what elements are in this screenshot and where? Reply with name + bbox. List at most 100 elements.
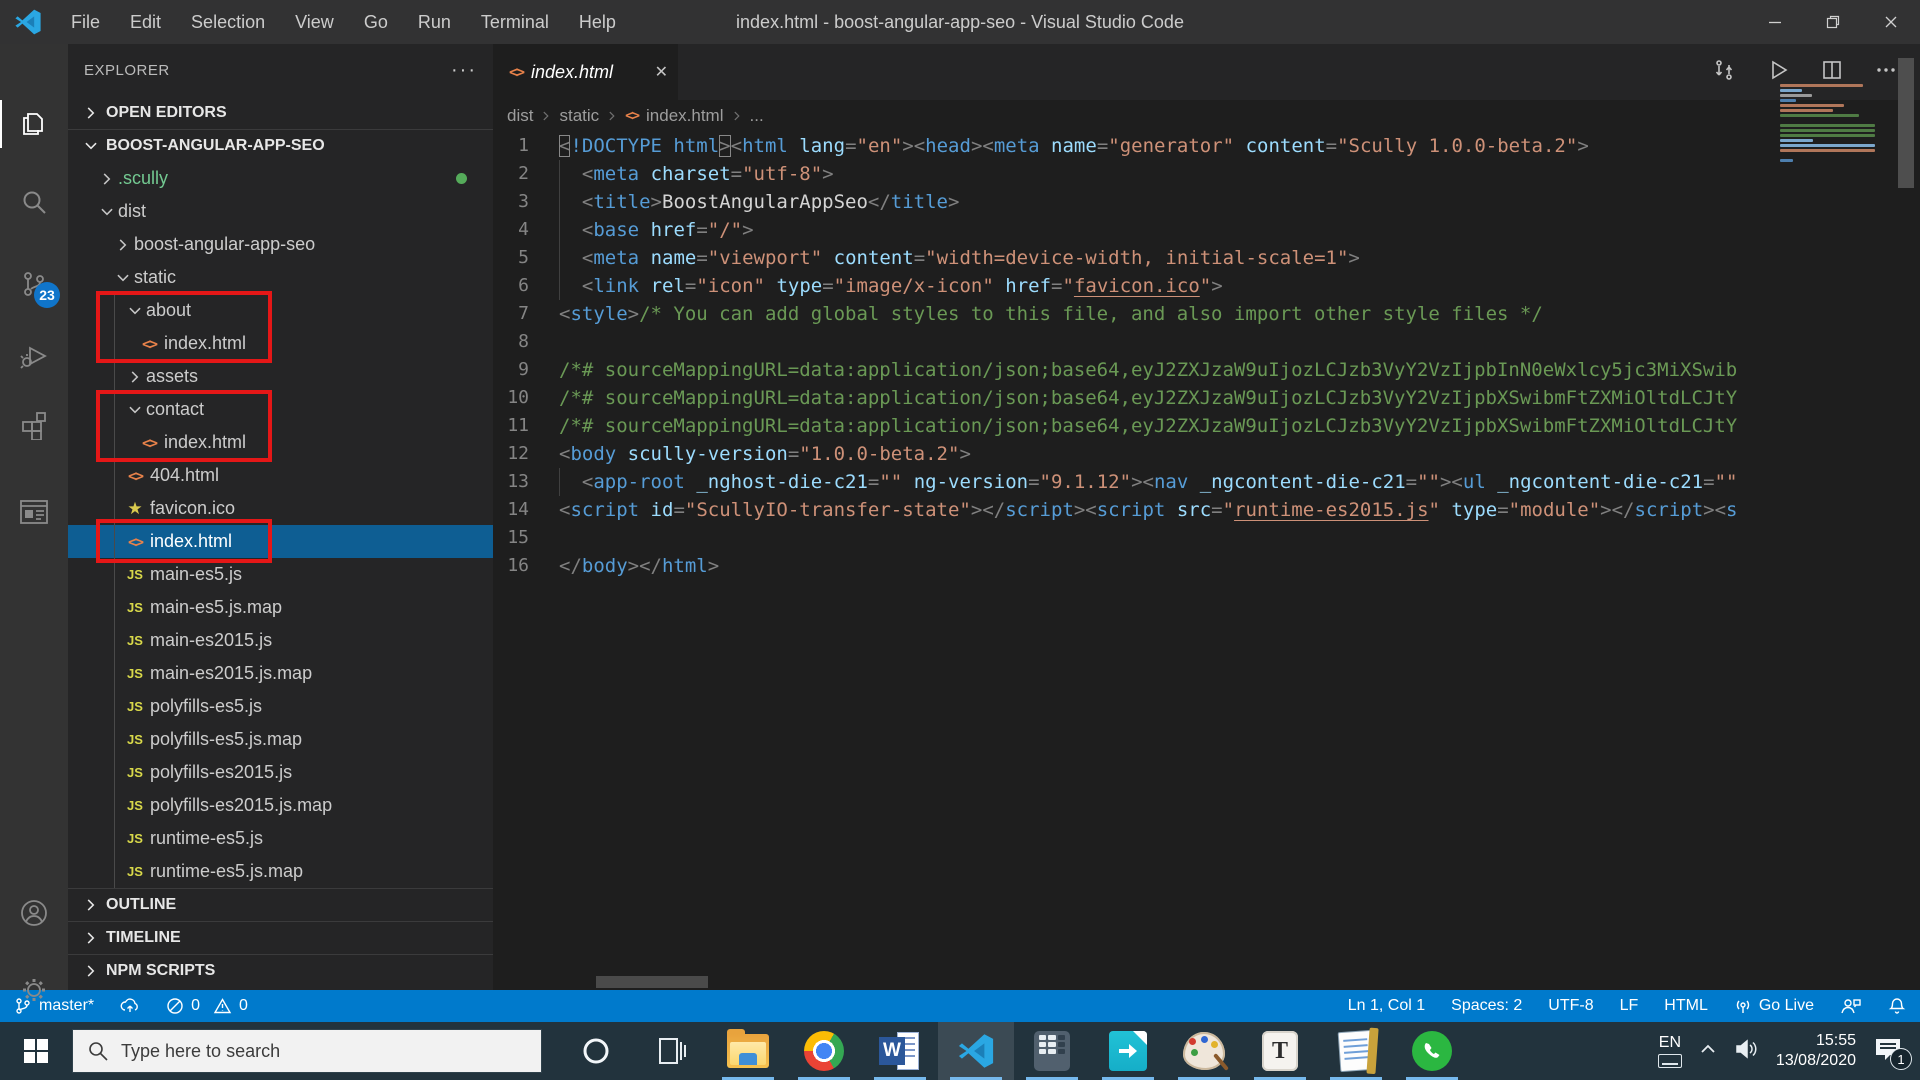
code-line-1[interactable]: 1 <!DOCTYPE html><html lang="en"><head><m… (493, 132, 1920, 160)
taskbar-app-chrome[interactable] (786, 1022, 862, 1080)
tree-item-index.html[interactable]: <> index.html (68, 525, 493, 558)
code-line-7[interactable]: 7 <style>/* You can add global styles to … (493, 300, 1920, 328)
code-line-4[interactable]: 4 <base href="/"> (493, 216, 1920, 244)
language-mode[interactable]: HTML (1664, 997, 1708, 1015)
explorer-more-actions-icon[interactable]: ··· (451, 60, 477, 80)
section-outline[interactable]: OUTLINE (68, 888, 493, 921)
section-npm-scripts[interactable]: NPM SCRIPTS (68, 954, 493, 987)
settings-gear-icon[interactable] (0, 964, 68, 1016)
split-editor-icon[interactable] (1820, 58, 1844, 87)
tree-item-polyfills-es2015.js.map[interactable]: JS polyfills-es2015.js.map (68, 789, 493, 822)
code-line-2[interactable]: 2 <meta charset="utf-8"> (493, 160, 1920, 188)
taskbar-app-file-explorer[interactable] (710, 1022, 786, 1080)
run-debug-icon[interactable] (0, 330, 68, 382)
open-changes-icon[interactable] (1712, 58, 1736, 87)
code-editor[interactable]: 1 <!DOCTYPE html><html lang="en"><head><m… (493, 132, 1920, 990)
code-line-13[interactable]: 13 <app-root _nghost-die-c21="" ng-versi… (493, 468, 1920, 496)
code-line-5[interactable]: 5 <meta name="viewport" content="width=d… (493, 244, 1920, 272)
open-editors-section[interactable]: OPEN EDITORS (68, 96, 493, 129)
tab-close-icon[interactable]: ✕ (655, 62, 668, 82)
search-icon[interactable] (0, 177, 68, 229)
tree-item-404.html[interactable]: <> 404.html (68, 459, 493, 492)
tree-item-favicon.ico[interactable]: ★ favicon.ico (68, 492, 493, 525)
problems-item[interactable]: 0 0 (166, 997, 248, 1015)
tree-item-main-es5.js.map[interactable]: JS main-es5.js.map (68, 591, 493, 624)
taskbar-search-input[interactable]: Type here to search (72, 1029, 542, 1073)
menu-file[interactable]: File (56, 0, 115, 44)
code-line-15[interactable]: 15 (493, 524, 1920, 552)
tree-item-polyfills-es5.js[interactable]: JS polyfills-es5.js (68, 690, 493, 723)
menu-terminal[interactable]: Terminal (466, 0, 564, 44)
start-button[interactable] (0, 1022, 72, 1080)
tree-item-runtime-es5.js[interactable]: JS runtime-es5.js (68, 822, 493, 855)
taskbar-app-task-view[interactable] (634, 1022, 710, 1080)
tray-chevron-up-icon[interactable] (1698, 1042, 1718, 1061)
eol-sequence[interactable]: LF (1620, 997, 1639, 1015)
menu-selection[interactable]: Selection (176, 0, 280, 44)
clock[interactable]: 15:55 13/08/2020 (1776, 1031, 1856, 1071)
taskbar-app-whatsapp[interactable] (1394, 1022, 1470, 1080)
code-line-6[interactable]: 6 <link rel="icon" type="image/x-icon" h… (493, 272, 1920, 300)
browser-preview-icon[interactable] (0, 486, 68, 538)
taskbar-app-word[interactable]: W (862, 1022, 938, 1080)
indentation[interactable]: Spaces: 2 (1451, 997, 1522, 1015)
tree-item-polyfills-es5.js.map[interactable]: JS polyfills-es5.js.map (68, 723, 493, 756)
tree-item-runtime-es5.js.map[interactable]: JS runtime-es5.js.map (68, 855, 493, 888)
source-control-icon[interactable]: 23 (0, 258, 68, 310)
language-indicator[interactable]: EN (1657, 1034, 1682, 1068)
tree-item-static[interactable]: static (68, 261, 493, 294)
code-line-12[interactable]: 12 <body scully-version="1.0.0-beta.2"> (493, 440, 1920, 468)
project-root[interactable]: BOOST-ANGULAR-APP-SEO (68, 129, 493, 162)
tree-item-index.html[interactable]: <> index.html (68, 327, 493, 360)
publish-changes-icon[interactable] (120, 997, 140, 1015)
tree-item-dist[interactable]: dist (68, 195, 493, 228)
volume-icon[interactable] (1734, 1038, 1760, 1065)
account-icon[interactable] (0, 887, 68, 939)
tree-item-main-es5.js[interactable]: JS main-es5.js (68, 558, 493, 591)
menu-help[interactable]: Help (564, 0, 631, 44)
menu-go[interactable]: Go (349, 0, 403, 44)
section-timeline[interactable]: TIMELINE (68, 921, 493, 954)
close-button[interactable] (1862, 0, 1920, 44)
menu-run[interactable]: Run (403, 0, 466, 44)
taskbar-app-textpad[interactable]: T (1242, 1022, 1318, 1080)
action-center-icon[interactable]: 1 (1872, 1036, 1912, 1070)
tree-item-about[interactable]: about (68, 294, 493, 327)
horizontal-scrollbar[interactable] (596, 976, 708, 988)
explorer-icon[interactable] (0, 98, 68, 150)
breadcrumb-dist[interactable]: dist (507, 106, 533, 126)
encoding[interactable]: UTF-8 (1548, 997, 1593, 1015)
code-line-16[interactable]: 16 </body></html> (493, 552, 1920, 580)
breadcrumb-...[interactable]: ... (750, 106, 764, 126)
tab-index-html[interactable]: <> index.html ✕ (493, 44, 678, 100)
cursor-position[interactable]: Ln 1, Col 1 (1348, 997, 1425, 1015)
tree-item-main-es2015.js[interactable]: JS main-es2015.js (68, 624, 493, 657)
taskbar-app-share-app[interactable] (1090, 1022, 1166, 1080)
minimize-button[interactable] (1746, 0, 1804, 44)
feedback-icon[interactable] (1840, 997, 1862, 1015)
code-line-14[interactable]: 14 <script id="ScullyIO-transfer-state"><… (493, 496, 1920, 524)
breadcrumb-static[interactable]: static (559, 106, 599, 126)
taskbar-app-calculator[interactable] (1014, 1022, 1090, 1080)
tree-item-boost-angular-app-seo[interactable]: boost-angular-app-seo (68, 228, 493, 261)
notifications-bell-icon[interactable] (1888, 997, 1906, 1015)
code-line-3[interactable]: 3 <title>BoostAngularAppSeo</title> (493, 188, 1920, 216)
tree-item-.scully[interactable]: .scully (68, 162, 493, 195)
breadcrumb-index.html[interactable]: index.html (646, 106, 723, 126)
minimap[interactable] (1780, 84, 1876, 162)
taskbar-app-notepad[interactable] (1318, 1022, 1394, 1080)
tree-item-contact[interactable]: contact (68, 393, 493, 426)
menu-edit[interactable]: Edit (115, 0, 176, 44)
menu-view[interactable]: View (280, 0, 349, 44)
tree-item-main-es2015.js.map[interactable]: JS main-es2015.js.map (68, 657, 493, 690)
code-line-9[interactable]: 9/*# sourceMappingURL=data:application/j… (493, 356, 1920, 384)
taskbar-app-cortana[interactable] (558, 1022, 634, 1080)
tree-item-polyfills-es2015.js[interactable]: JS polyfills-es2015.js (68, 756, 493, 789)
code-line-10[interactable]: 10/*# sourceMappingURL=data:application/… (493, 384, 1920, 412)
taskbar-app-vscode[interactable] (938, 1022, 1014, 1080)
code-line-11[interactable]: 11/*# sourceMappingURL=data:application/… (493, 412, 1920, 440)
vertical-scrollbar[interactable] (1898, 58, 1914, 188)
code-line-8[interactable]: 8 (493, 328, 1920, 356)
taskbar-app-paint[interactable] (1166, 1022, 1242, 1080)
extensions-icon[interactable] (0, 398, 68, 450)
